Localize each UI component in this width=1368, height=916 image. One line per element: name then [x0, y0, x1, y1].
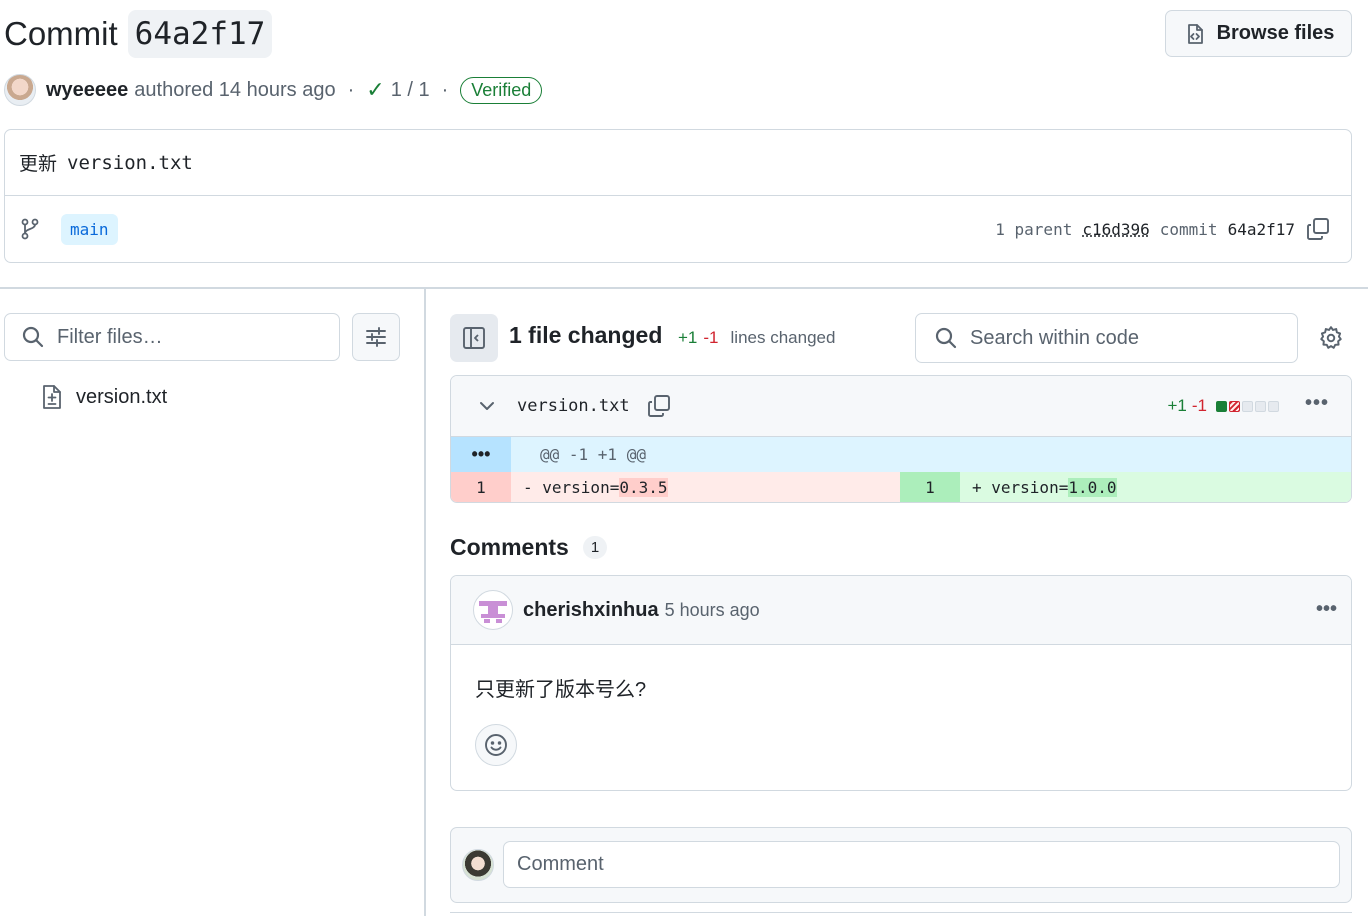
deleted-line-prefix: - version=	[523, 478, 620, 497]
next-section-edge	[450, 912, 1352, 916]
added-line-prefix: + version=	[972, 478, 1069, 497]
commit-meta: wyeeeee authored 14 hours ago · ✓ 1 / 1 …	[4, 72, 543, 108]
identicon-icon	[479, 601, 507, 623]
commit-message: 更新 version.txt	[5, 130, 1351, 196]
added-line: + version= 1.0.0	[960, 472, 1351, 502]
copy-icon[interactable]	[646, 393, 672, 419]
parent-info: 1 parent c16d396 commit 64a2f17	[995, 196, 1331, 262]
git-branch-icon	[21, 218, 39, 240]
file-diff: version.txt +1 -1 ••• ••• @@ -1 +1 @@ 1 …	[450, 375, 1352, 503]
checks-count[interactable]: 1 / 1	[391, 79, 430, 102]
author-avatar[interactable]	[4, 74, 36, 106]
current-user-avatar	[462, 849, 494, 881]
file-tree-label: version.txt	[76, 385, 168, 408]
new-comment-box	[450, 827, 1352, 903]
verified-badge[interactable]: Verified	[460, 76, 543, 104]
diff-stat: +1 -1	[1167, 396, 1279, 416]
filter-placeholder: Filter files…	[57, 325, 163, 348]
browse-files-button[interactable]: Browse files	[1165, 10, 1352, 57]
smiley-icon	[485, 734, 507, 756]
expand-context-button[interactable]: •••	[451, 437, 511, 472]
sidebar-collapse-icon	[463, 327, 485, 349]
lines-changed-label: lines changed	[730, 328, 836, 347]
file-code-icon	[1187, 23, 1203, 44]
commit-sha-short: 64a2f17	[1227, 219, 1295, 239]
separator-dot: ·	[347, 78, 355, 101]
files-changed-title: 1 file changed	[509, 322, 663, 348]
copy-icon[interactable]	[1305, 216, 1331, 242]
commenter-avatar[interactable]	[473, 590, 513, 630]
authored-time: authored 14 hours ago	[134, 78, 336, 101]
deleted-value: 0.3.5	[619, 478, 668, 497]
comment-time[interactable]: 5 hours ago	[665, 600, 760, 621]
diff-additions: +1	[1167, 396, 1187, 415]
branch-tag[interactable]: main	[61, 213, 118, 245]
file-diff-header: version.txt +1 -1 •••	[451, 376, 1351, 437]
comments-heading: Comments 1	[450, 530, 608, 564]
branch-line: main 1 parent c16d396 commit 64a2f17	[5, 196, 1351, 262]
diff-deletions: -1	[1191, 396, 1207, 415]
search-code-placeholder: Search within code	[970, 326, 1139, 349]
toggle-file-tree-button[interactable]	[450, 314, 498, 362]
separator-dot: ·	[441, 78, 449, 101]
parent-sha-link[interactable]: c16d396	[1082, 220, 1149, 239]
comment-options-button[interactable]: •••	[1316, 598, 1337, 621]
commenter-name[interactable]: cherishxinhua	[523, 599, 659, 622]
diff-settings-button[interactable]	[1316, 323, 1346, 353]
added-value: 1.0.0	[1068, 478, 1117, 497]
hunk-header-text: @@ -1 +1 @@	[540, 445, 646, 464]
filter-options-button[interactable]	[352, 313, 400, 361]
search-icon	[935, 327, 957, 349]
comment-input[interactable]	[503, 841, 1340, 888]
filter-files-input[interactable]: Filter files…	[4, 313, 340, 361]
comments-title: Comments	[450, 533, 569, 560]
additions-count: +1	[678, 328, 698, 347]
commit-title-prefix: Commit	[4, 15, 118, 52]
hunk-header: ••• @@ -1 +1 @@	[451, 437, 1351, 472]
commit-sha: 64a2f17	[127, 10, 273, 58]
comment-body: 只更新了版本号么?	[475, 679, 647, 701]
add-reaction-button[interactable]	[475, 724, 517, 766]
diff-file-name[interactable]: version.txt	[517, 396, 630, 416]
commit-message-file: version.txt	[67, 151, 193, 174]
panel-divider[interactable]	[424, 289, 426, 916]
sliders-icon	[366, 327, 386, 347]
lines-changed-summary: +1 -1 lines changed	[678, 328, 835, 348]
diffstat-blocks	[1216, 400, 1279, 412]
old-line-number[interactable]: 1	[451, 472, 511, 502]
new-line-number[interactable]: 1	[900, 472, 960, 502]
parent-label: 1 parent	[995, 219, 1073, 239]
comments-count: 1	[582, 535, 608, 559]
file-options-button[interactable]: •••	[1305, 392, 1329, 415]
search-icon	[22, 326, 44, 348]
comment-header: cherishxinhua 5 hours ago •••	[451, 576, 1351, 645]
comment-card: cherishxinhua 5 hours ago ••• 只更新了版本号么?	[450, 575, 1352, 791]
chevron-down-icon[interactable]	[477, 396, 497, 416]
commit-message-box: 更新 version.txt main 1 parent c16d396 com…	[4, 129, 1352, 263]
section-divider	[0, 287, 1368, 289]
gear-icon	[1320, 326, 1342, 349]
diff-row: 1 - version= 0.3.5 1 + version= 1.0.0	[451, 472, 1351, 502]
commit-label: commit	[1159, 219, 1218, 239]
author-name[interactable]: wyeeeee	[46, 79, 128, 102]
page-title: Commit 64a2f17	[4, 8, 273, 60]
browse-files-label: Browse files	[1216, 22, 1335, 44]
deleted-line: - version= 0.3.5	[511, 472, 900, 502]
check-icon[interactable]: ✓	[366, 77, 384, 103]
deletions-count: -1	[703, 328, 719, 347]
commit-message-prefix: 更新	[19, 154, 58, 175]
file-diff-icon	[43, 385, 61, 409]
search-within-code-input[interactable]: Search within code	[915, 313, 1298, 363]
file-tree-item[interactable]: version.txt	[40, 380, 167, 414]
